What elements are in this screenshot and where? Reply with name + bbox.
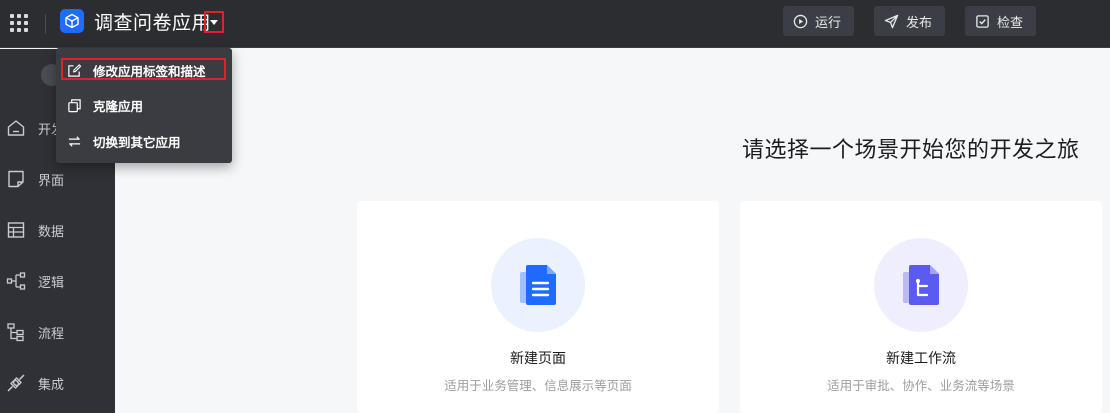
run-button-label: 运行 [815,15,842,31]
divider [45,14,46,34]
menu-item-edit-label[interactable]: 修改应用标签和描述 [56,55,232,85]
sidebar-item-integration[interactable]: 集成 [0,363,115,403]
page-title: 请选择一个场景开始您的开发之旅 [742,138,1080,163]
menu-item-clone[interactable]: 克隆应用 [56,90,232,120]
menu-item-switch-app[interactable]: 切换到其它应用 [56,126,232,156]
document-icon [491,238,585,332]
send-icon [884,14,899,28]
sidebar-item-label: 逻辑 [38,275,65,291]
home-icon [5,117,27,139]
switch-icon [66,133,82,149]
check-button-label: 检查 [997,15,1024,31]
top-bar: 调查问卷应用 运行 发布 检查 [0,0,1110,48]
menu-item-label: 修改应用标签和描述 [93,63,206,79]
publish-button[interactable]: 发布 [874,6,945,36]
sidebar-item-label: 数据 [38,224,65,240]
app-dropdown-menu: 修改应用标签和描述 克隆应用 切换到其它应用 [56,48,232,163]
new-workflow-card[interactable]: 新建工作流 适用于审批、协作、业务流等场景 [740,201,1102,413]
flow-icon [5,321,27,343]
sidebar-item-label: 流程 [38,326,65,342]
cube-icon [60,9,84,33]
check-square-icon [976,14,989,28]
sidebar-item-data[interactable]: 数据 [0,210,115,250]
logic-icon [5,270,27,292]
sidebar-item-logic[interactable]: 逻辑 [0,261,115,301]
sidebar-item-flow[interactable]: 流程 [0,312,115,352]
card-title: 新建工作流 [886,351,956,367]
card-description: 适用于业务管理、信息展示等页面 [444,378,632,393]
publish-button-label: 发布 [906,15,933,31]
sidebar-item-label: 界面 [38,173,65,189]
workflow-icon [874,238,968,332]
new-page-card[interactable]: 新建页面 适用于业务管理、信息展示等页面 [357,201,719,413]
run-button[interactable]: 运行 [783,6,854,36]
caret-down-icon [210,19,218,25]
page-icon [5,168,27,190]
copy-icon [66,97,82,113]
plug-icon [5,372,27,394]
table-icon [5,219,27,241]
sidebar-item-label: 集成 [38,377,65,393]
menu-item-label: 克隆应用 [93,98,144,114]
app-menu-toggle[interactable] [204,11,224,33]
play-circle-icon [793,14,808,28]
check-button[interactable]: 检查 [965,6,1036,36]
app-grid-icon[interactable] [10,14,28,32]
menu-item-label: 切换到其它应用 [93,134,181,150]
app-title: 调查问卷应用 [94,12,212,34]
sidebar-item-ui[interactable]: 界面 [0,159,115,199]
card-title: 新建页面 [510,351,566,367]
card-description: 适用于审批、协作、业务流等场景 [827,378,1015,393]
edit-icon [66,62,82,78]
